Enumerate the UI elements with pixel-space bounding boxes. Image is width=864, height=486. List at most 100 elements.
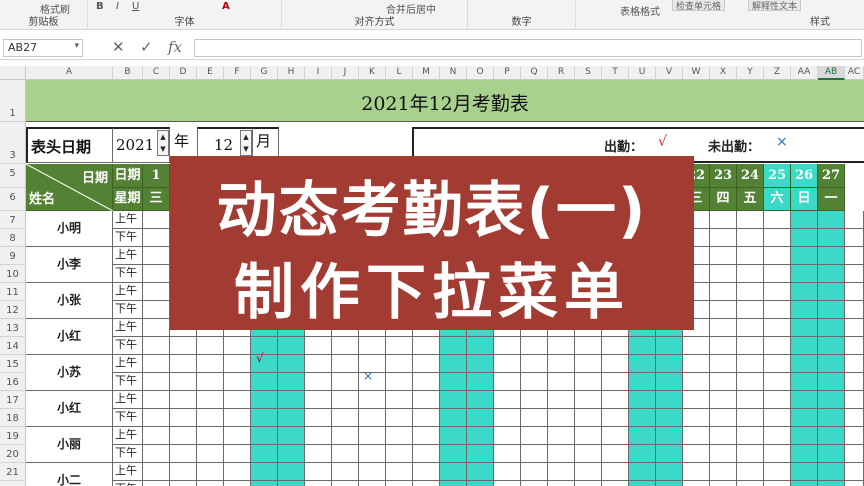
attendance-cell[interactable]: [440, 391, 467, 409]
attendance-cell[interactable]: [764, 319, 791, 337]
attendance-cell[interactable]: [737, 427, 764, 445]
attendance-cell[interactable]: [710, 283, 737, 301]
attendance-cell[interactable]: [143, 283, 170, 301]
attendance-cell[interactable]: [737, 409, 764, 427]
attendance-cell[interactable]: [413, 427, 440, 445]
formula-input[interactable]: [194, 39, 862, 57]
attendance-cell[interactable]: [737, 301, 764, 319]
attendance-cell[interactable]: [251, 481, 278, 486]
attendance-cell[interactable]: [332, 445, 359, 463]
row-header[interactable]: 18: [0, 409, 26, 427]
row-header[interactable]: 19: [0, 427, 26, 445]
attendance-cell[interactable]: [602, 391, 629, 409]
column-header[interactable]: A: [26, 66, 113, 80]
employee-name[interactable]: 小苏: [26, 355, 113, 391]
attendance-cell[interactable]: [683, 373, 710, 391]
attendance-cell[interactable]: [251, 373, 278, 391]
attendance-cell[interactable]: [170, 481, 197, 486]
attendance-cell[interactable]: [305, 445, 332, 463]
attendance-cell[interactable]: [440, 463, 467, 481]
attendance-cell[interactable]: [818, 301, 845, 319]
attendance-cell[interactable]: [359, 337, 386, 355]
column-header[interactable]: O: [467, 66, 494, 80]
attendance-cell[interactable]: [332, 463, 359, 481]
column-header[interactable]: Z: [764, 66, 791, 80]
attendance-cell[interactable]: [332, 337, 359, 355]
attendance-cell[interactable]: [548, 481, 575, 486]
attendance-cell[interactable]: [791, 247, 818, 265]
attendance-cell[interactable]: [845, 319, 864, 337]
column-header[interactable]: T: [602, 66, 629, 80]
attendance-cell[interactable]: [710, 229, 737, 247]
row-header[interactable]: 13: [0, 319, 26, 337]
attendance-cell[interactable]: [764, 373, 791, 391]
attendance-cell[interactable]: [170, 427, 197, 445]
header-date-cell[interactable]: 表头日期: [26, 127, 113, 163]
attendance-cell[interactable]: [467, 391, 494, 409]
column-header[interactable]: V: [656, 66, 683, 80]
attendance-cell[interactable]: [710, 319, 737, 337]
attendance-cell[interactable]: [143, 373, 170, 391]
attendance-cell[interactable]: [521, 355, 548, 373]
column-header[interactable]: X: [710, 66, 737, 80]
attendance-cell[interactable]: [683, 337, 710, 355]
column-header[interactable]: J: [332, 66, 359, 80]
row-header[interactable]: 17: [0, 391, 26, 409]
attendance-cell[interactable]: [413, 391, 440, 409]
attendance-cell[interactable]: [602, 373, 629, 391]
attendance-cell[interactable]: [305, 481, 332, 486]
attendance-cell[interactable]: [521, 463, 548, 481]
attendance-cell[interactable]: [224, 427, 251, 445]
attendance-cell[interactable]: [143, 427, 170, 445]
attendance-cell[interactable]: [332, 427, 359, 445]
attendance-cell[interactable]: [710, 445, 737, 463]
underline-button[interactable]: U: [132, 1, 139, 12]
attendance-cell[interactable]: [467, 427, 494, 445]
attendance-cell[interactable]: [656, 373, 683, 391]
row-header[interactable]: 21: [0, 463, 26, 481]
attendance-cell[interactable]: [791, 481, 818, 486]
attendance-cell[interactable]: [359, 481, 386, 486]
attendance-cell[interactable]: [656, 337, 683, 355]
attendance-cell[interactable]: [305, 409, 332, 427]
attendance-cell[interactable]: [548, 355, 575, 373]
attendance-cell[interactable]: [845, 463, 864, 481]
attendance-cell[interactable]: [197, 391, 224, 409]
attendance-cell[interactable]: [818, 391, 845, 409]
attendance-cell[interactable]: [845, 301, 864, 319]
attendance-cell[interactable]: [440, 373, 467, 391]
column-header[interactable]: W: [683, 66, 710, 80]
attendance-cell[interactable]: [170, 391, 197, 409]
attendance-cell[interactable]: [818, 409, 845, 427]
row-header[interactable]: 16: [0, 373, 26, 391]
column-header[interactable]: AA: [791, 66, 818, 80]
attendance-cell[interactable]: [494, 427, 521, 445]
attendance-cell[interactable]: [575, 409, 602, 427]
attendance-cell[interactable]: [845, 481, 864, 486]
attendance-cell[interactable]: [791, 211, 818, 229]
attendance-cell[interactable]: [737, 319, 764, 337]
attendance-cell[interactable]: [251, 391, 278, 409]
attendance-cell[interactable]: [521, 427, 548, 445]
column-header[interactable]: S: [575, 66, 602, 80]
attendance-cell[interactable]: [521, 481, 548, 486]
attendance-cell[interactable]: [710, 355, 737, 373]
attendance-cell[interactable]: [278, 463, 305, 481]
attendance-cell[interactable]: [143, 409, 170, 427]
attendance-cell[interactable]: [170, 355, 197, 373]
attendance-cell[interactable]: [170, 409, 197, 427]
attendance-cell[interactable]: [197, 481, 224, 486]
attendance-cell[interactable]: [521, 445, 548, 463]
attendance-cell[interactable]: [143, 211, 170, 229]
attendance-cell[interactable]: [845, 409, 864, 427]
insert-function-icon[interactable]: fx: [168, 38, 182, 56]
attendance-cell[interactable]: [278, 355, 305, 373]
attendance-cell[interactable]: [818, 463, 845, 481]
attendance-cell[interactable]: [521, 337, 548, 355]
column-header[interactable]: L: [386, 66, 413, 80]
attendance-cell[interactable]: [494, 409, 521, 427]
select-all-corner[interactable]: [0, 66, 26, 80]
check-cell-style[interactable]: 检查单元格: [672, 0, 726, 12]
attendance-cell[interactable]: [845, 283, 864, 301]
attendance-cell[interactable]: [737, 337, 764, 355]
